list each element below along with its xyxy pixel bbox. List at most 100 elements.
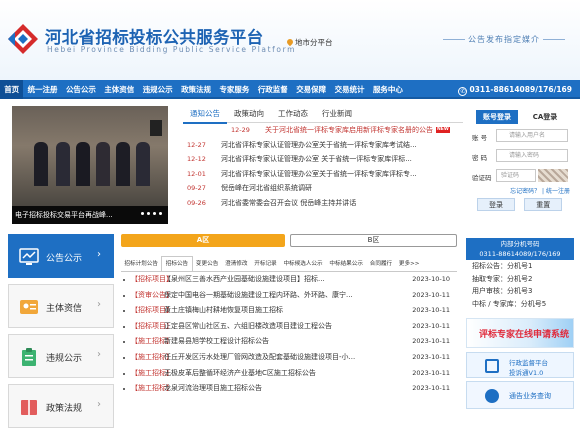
login-button[interactable]: 登录 xyxy=(477,198,515,211)
site-header: 河北省招标投标公共服务平台 Hebei Province Bidding Pub… xyxy=(0,0,580,80)
extension-row: 中标 / 专家库：分机号5 xyxy=(472,299,547,308)
nav-item-home[interactable]: 首页 xyxy=(0,80,24,99)
section-b-tab[interactable]: B区 xyxy=(290,234,457,247)
tab-policy-trends[interactable]: 政策动向 xyxy=(227,106,271,122)
news-item[interactable]: 12-27 河北省评标专家认证管理办公室关于省统一评标专家库考试结... xyxy=(183,138,463,153)
tab-account-login[interactable]: 账号登录 xyxy=(476,110,518,124)
city-platform-link[interactable]: 地市分平台 xyxy=(285,37,333,48)
search-icon xyxy=(485,389,499,403)
platform-logo-icon[interactable] xyxy=(6,22,40,56)
account-label: 账 号 xyxy=(472,134,488,142)
nav-item-guarantee[interactable]: 交易保障 xyxy=(292,80,330,99)
news-item[interactable]: 09-27 倪岳峰在河北省组织系统调研 xyxy=(183,181,463,196)
forgot-password-link[interactable]: 忘记密码？ xyxy=(510,188,540,195)
chevron-right-icon: › xyxy=(97,249,101,260)
sidebar-item-violations[interactable]: 违规公示 › xyxy=(8,334,114,378)
sidebar-item-label: 主体资信 xyxy=(46,304,83,314)
service-banner[interactable]: 通告业务查询 xyxy=(466,381,574,409)
table-row[interactable]: 【招标项目】 【泉州区三善水西产业园基础设施建设项目】招标... 2023-10-1… xyxy=(121,272,457,288)
nav-item-policies[interactable]: 政策法规 xyxy=(177,80,215,99)
captcha-label: 验证码 xyxy=(472,174,492,182)
extension-row: 用户审核：分机号3 xyxy=(472,287,533,296)
news-slider[interactable]: 电子招标投标交易平台再战峰... xyxy=(12,106,168,224)
table-row[interactable]: 【招标项目】 正定县区常山社区五、六组旧楼改造项目建设工程公告 2023-10-11 xyxy=(121,319,457,335)
section-switch: A区 B区 xyxy=(121,234,457,248)
tab-change-notice[interactable]: 变更公告 xyxy=(193,257,222,271)
sidebar-item-label: 违规公示 xyxy=(46,354,83,364)
tab-ca-login[interactable]: CA登录 xyxy=(524,110,566,124)
tab-contract[interactable]: 合同履行 xyxy=(366,257,395,271)
password-label: 密 码 xyxy=(472,154,488,162)
service-banner-label: 通告业务查询 xyxy=(509,392,551,400)
city-platform-label[interactable]: 地市分平台 xyxy=(295,38,333,47)
id-card-icon xyxy=(20,300,38,314)
nav-item-supervision[interactable]: 行政监督 xyxy=(254,80,292,99)
phone-icon: ✆ xyxy=(458,87,468,96)
supervision-banner[interactable]: 行政监督平台 投诉通V1.0 xyxy=(466,352,574,378)
captcha-image[interactable] xyxy=(538,169,568,182)
password-row: 密 码 请输入密码 xyxy=(470,148,574,166)
table-row[interactable]: 【施工招标】 无极皮革后整循环经济产业基地C区施工招标公告 2023-10-11 xyxy=(121,366,457,382)
nav-item-violations[interactable]: 违规公示 xyxy=(139,80,177,99)
nav-item-register[interactable]: 统一注册 xyxy=(23,80,61,99)
expert-banner-label: 评标专家在线申请系统 xyxy=(479,330,570,340)
captcha-row: 验证码 验证码 xyxy=(470,168,574,186)
monitor-chart-icon xyxy=(19,248,39,265)
slider-dots[interactable] xyxy=(138,209,162,217)
captcha-input[interactable]: 验证码 xyxy=(496,169,536,182)
more-link[interactable]: 更多>> xyxy=(396,257,423,271)
chevron-right-icon: › xyxy=(97,349,101,360)
sidebar-item-credentials[interactable]: 主体资信 › xyxy=(8,284,114,328)
extension-row: 抽取专家：分机号2 xyxy=(472,274,533,283)
news-panel: 通知公告 政策动向 工作动态 行业新闻 12-29 关于河北省统一评标专家库启用新… xyxy=(183,106,463,218)
reset-button[interactable]: 重置 xyxy=(524,198,563,211)
tab-tender-plan[interactable]: 招标计划公告 xyxy=(121,257,161,271)
supervision-banner-label: 行政监督平台 xyxy=(509,359,548,367)
news-item[interactable]: 12-12 河北省评标专家认证管理办公室 关于省统一评标专家库评标... xyxy=(183,152,463,167)
sidebar-item-announcements[interactable]: 公告公示 › xyxy=(8,234,114,278)
table-row[interactable]: 【施工招标】 新建易县旭学校工程设计招标公告 2023-10-11 xyxy=(121,334,457,350)
nav-item-experts[interactable]: 专家服务 xyxy=(215,80,253,99)
table-row[interactable]: 【施工招标】 龙泉河流治理项目施工招标公告 2023-10-11 xyxy=(121,381,457,397)
tab-clarification[interactable]: 澄清修改 xyxy=(222,257,251,271)
table-row[interactable]: 【资审公告】 保定中国电谷一期基础设施建设工程内环路、外环路、康宁... 2023-… xyxy=(121,288,457,304)
news-tabs: 通知公告 政策动向 工作动态 行业新闻 xyxy=(183,106,463,124)
sidebar-item-policies[interactable]: 政策法规 › xyxy=(8,384,114,428)
news-item[interactable]: 09-26 河北省委常委会召开会议 倪岳峰主持并讲话 xyxy=(183,196,463,211)
location-pin-icon xyxy=(285,37,295,47)
slider-photo xyxy=(12,106,168,206)
sidebar-item-label: 公告公示 xyxy=(46,254,83,264)
login-panel: 账号登录 CA登录 账 号 请输入用户名 密 码 请输入密码 验证码 验证码 忘… xyxy=(470,110,574,220)
tab-bid-opening[interactable]: 开标记录 xyxy=(251,257,280,271)
book-icon xyxy=(21,400,37,415)
clipboard-icon xyxy=(22,348,36,366)
tab-tender-notice[interactable]: 招标公告 xyxy=(161,256,193,271)
expert-application-banner[interactable]: 评标专家在线申请系统 xyxy=(466,318,574,348)
account-input[interactable]: 请输入用户名 xyxy=(496,129,568,142)
password-input[interactable]: 请输入密码 xyxy=(496,149,568,162)
supervision-banner-sublabel: 投诉通V1.0 xyxy=(509,369,544,377)
header-slogan: 公告发布指定媒介 xyxy=(440,34,568,45)
nav-item-service-center[interactable]: 服务中心 xyxy=(369,80,407,99)
tab-results[interactable]: 中标结果公示 xyxy=(326,257,366,271)
tab-candidates[interactable]: 中标候选人公示 xyxy=(280,257,326,271)
login-links: 忘记密码？ | 统一注册 xyxy=(510,188,570,195)
main-nav: 首页 统一注册 公告公示 主体资信 违规公示 政策法规 专家服务 行政监督 交易… xyxy=(0,80,580,99)
sidebar-item-label: 政策法规 xyxy=(46,404,83,414)
register-link[interactable]: 统一注册 xyxy=(546,188,570,195)
login-tabs: 账号登录 CA登录 xyxy=(470,110,574,126)
table-row[interactable]: 【施工招标】 任丘开发区污水处理厂管网改造及配套基础设施建设项目-小... 2023… xyxy=(121,350,457,366)
nav-item-statistics[interactable]: 交易统计 xyxy=(330,80,368,99)
tab-industry-news[interactable]: 行业新闻 xyxy=(315,106,359,122)
login-buttons: 登录 重置 xyxy=(470,198,574,211)
nav-item-announcements[interactable]: 公告公示 xyxy=(62,80,100,99)
nav-item-credentials[interactable]: 主体资信 xyxy=(100,80,138,99)
tab-notices[interactable]: 通知公告 xyxy=(183,106,227,124)
chevron-right-icon: › xyxy=(97,399,101,410)
section-a-tab[interactable]: A区 xyxy=(121,234,285,247)
table-row[interactable]: 【招标项目】 黄土庄镇梅山村耕地恢复项目施工招标 2023-10-11 xyxy=(121,303,457,319)
chevron-right-icon: › xyxy=(97,299,101,310)
news-item[interactable]: 12-01 河北省评标专家认证管理办公室关于省统一评标专家库评标专... xyxy=(183,167,463,182)
news-item[interactable]: 12-29 关于河北省统一评标专家库启用新评标专家名册的公告 NEW xyxy=(227,123,463,138)
tab-work-news[interactable]: 工作动态 xyxy=(271,106,315,122)
